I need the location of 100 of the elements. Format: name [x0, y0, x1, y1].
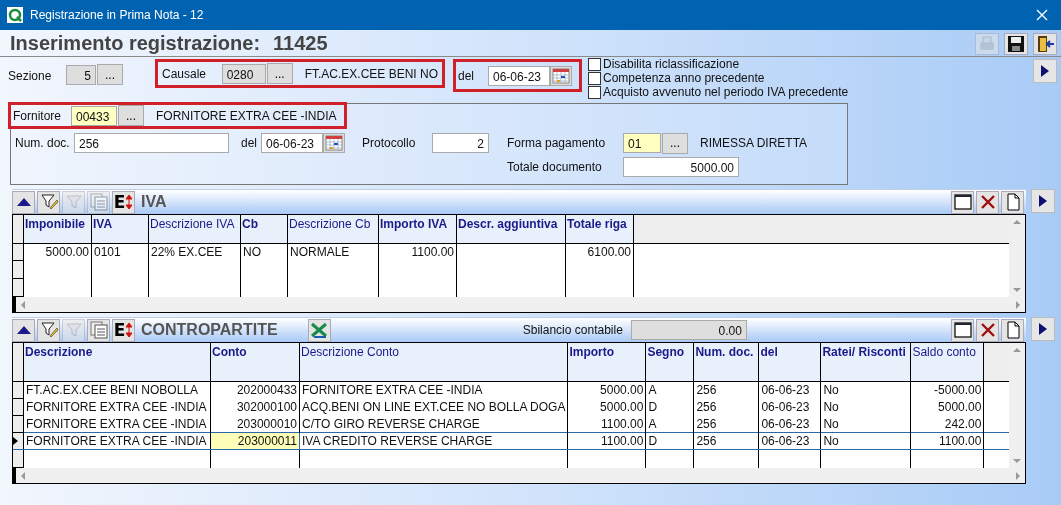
code-field[interactable]: 00433	[71, 105, 117, 126]
calendar-icon	[325, 135, 343, 151]
table-cell: 5000.00	[600, 400, 644, 414]
table-cell: 0101	[94, 245, 121, 260]
list-icon	[88, 192, 109, 212]
column-header[interactable]: Importo IVA	[378, 215, 457, 244]
field-label: Sbilancio contabile	[522, 323, 623, 337]
field-description: FORNITORE EXTRA CEE -INDIA	[156, 108, 337, 123]
section-title: CONTROPARTITE	[141, 321, 278, 339]
text-field[interactable]: 256	[74, 133, 229, 153]
horizontal-scrollbar[interactable]	[12, 297, 1026, 313]
text-field[interactable]: 2	[432, 133, 489, 153]
code-field[interactable]: 0280	[221, 63, 266, 84]
export-button[interactable]: E	[112, 190, 135, 214]
next-button[interactable]	[1031, 189, 1055, 213]
table-cell: 1100.00	[600, 434, 644, 448]
table-cell: 203000011	[237, 434, 297, 448]
table-cell: FORNITORE EXTRA CEE -INDIA	[26, 416, 207, 431]
column-header[interactable]: Cb	[240, 215, 288, 244]
collapse-button[interactable]	[12, 318, 35, 342]
calendar-icon	[552, 67, 570, 84]
code-field[interactable]: 01	[623, 133, 661, 153]
window-button[interactable]	[951, 190, 974, 214]
arrows-icon	[125, 193, 134, 211]
window-button[interactable]	[951, 318, 974, 342]
row-indicator[interactable]	[13, 260, 24, 279]
table-cell: No	[823, 434, 839, 448]
column-header[interactable]: Descrizione Cb	[287, 215, 379, 244]
excel-button[interactable]	[307, 318, 331, 342]
exit-button[interactable]	[1033, 32, 1057, 55]
lookup-button[interactable]: ...	[118, 105, 144, 126]
table-cell: 1100.00	[600, 416, 644, 431]
lookup-button[interactable]: ...	[662, 132, 688, 154]
field-label: Forma pagamento	[507, 136, 607, 150]
app-logo-icon	[7, 7, 23, 23]
column-header[interactable]: Saldo conto	[910, 343, 984, 382]
table-cell: D	[648, 434, 658, 448]
date-field[interactable]: 06-06-23	[488, 65, 550, 86]
checkbox[interactable]	[588, 57, 601, 71]
table-cell: FORNITORE EXTRA CEE -INDIA	[26, 400, 207, 414]
table-cell: 5000.00	[600, 383, 644, 398]
door-icon	[1035, 33, 1055, 54]
table-cell: 06-06-23	[761, 434, 810, 448]
column-header[interactable]: Importo	[567, 343, 646, 382]
date-field[interactable]: 06-06-23	[261, 133, 323, 153]
section-title: IVA	[141, 193, 167, 211]
column-header[interactable]: Segno	[645, 343, 694, 382]
column-header[interactable]: Conto	[210, 343, 300, 382]
column-header[interactable]: Descrizione IVA	[148, 215, 241, 244]
new-button[interactable]	[1001, 318, 1024, 342]
table-cell: -5000.00	[934, 383, 982, 398]
table-cell: 06-06-23	[761, 383, 810, 398]
next-button[interactable]	[1033, 59, 1057, 83]
column-header[interactable]: IVA	[91, 215, 149, 244]
column-header[interactable]: Descrizione	[23, 343, 211, 382]
column-header[interactable]: Num. doc.	[693, 343, 759, 382]
code-field[interactable]: 5	[66, 64, 96, 85]
calendar-button[interactable]	[323, 133, 345, 153]
row-indicator[interactable]	[13, 381, 24, 399]
table-cell: NO	[243, 245, 261, 260]
row-indicator[interactable]	[13, 432, 24, 450]
edit-button[interactable]	[37, 190, 60, 214]
table-cell: 1100.00	[411, 245, 454, 260]
text-field[interactable]: 5000.00	[623, 157, 739, 177]
export-button[interactable]: E	[112, 318, 135, 342]
checkbox[interactable]	[588, 85, 601, 99]
checkbox[interactable]	[588, 71, 601, 85]
row-indicator[interactable]	[13, 278, 24, 297]
table-cell: C/TO GIRO REVERSE CHARGE	[302, 416, 480, 431]
close-icon[interactable]	[1035, 8, 1049, 22]
table-cell: A	[648, 383, 657, 398]
save-button[interactable]	[1004, 32, 1028, 55]
row-indicator[interactable]	[13, 449, 24, 468]
list-icon	[88, 320, 109, 340]
next-button[interactable]	[1031, 317, 1055, 341]
field-label: Protocollo	[362, 136, 417, 150]
calendar-button[interactable]	[550, 65, 572, 86]
new-button[interactable]	[1001, 190, 1024, 214]
column-header[interactable]: Descr. aggiuntiva	[456, 215, 566, 244]
delete-button[interactable]	[976, 190, 999, 214]
row-indicator[interactable]	[13, 398, 24, 416]
row-indicator[interactable]	[13, 415, 24, 433]
collapse-button[interactable]	[12, 190, 35, 214]
vertical-scrollbar[interactable]	[1009, 343, 1025, 468]
delete-button[interactable]	[976, 318, 999, 342]
column-header[interactable]: Descrizione Conto	[299, 343, 568, 382]
lookup-button[interactable]: ...	[266, 63, 293, 84]
column-header[interactable]: Imponibile	[23, 215, 92, 244]
column-header[interactable]: Ratei/ Risconti	[820, 343, 911, 382]
list-button[interactable]	[87, 318, 110, 342]
row-indicator[interactable]	[13, 243, 24, 261]
column-header[interactable]: Totale riga	[565, 215, 634, 244]
checkbox-label: Acquisto avvenuto nel periodo IVA precedente	[603, 85, 849, 99]
right-arrow-icon	[1038, 194, 1048, 208]
edit-button[interactable]	[37, 318, 60, 342]
horizontal-scrollbar[interactable]	[12, 468, 1026, 484]
table-cell: 1100.00	[938, 434, 982, 448]
lookup-button[interactable]: ...	[97, 64, 123, 85]
vertical-scrollbar[interactable]	[1009, 215, 1025, 297]
column-header[interactable]: del	[758, 343, 821, 382]
